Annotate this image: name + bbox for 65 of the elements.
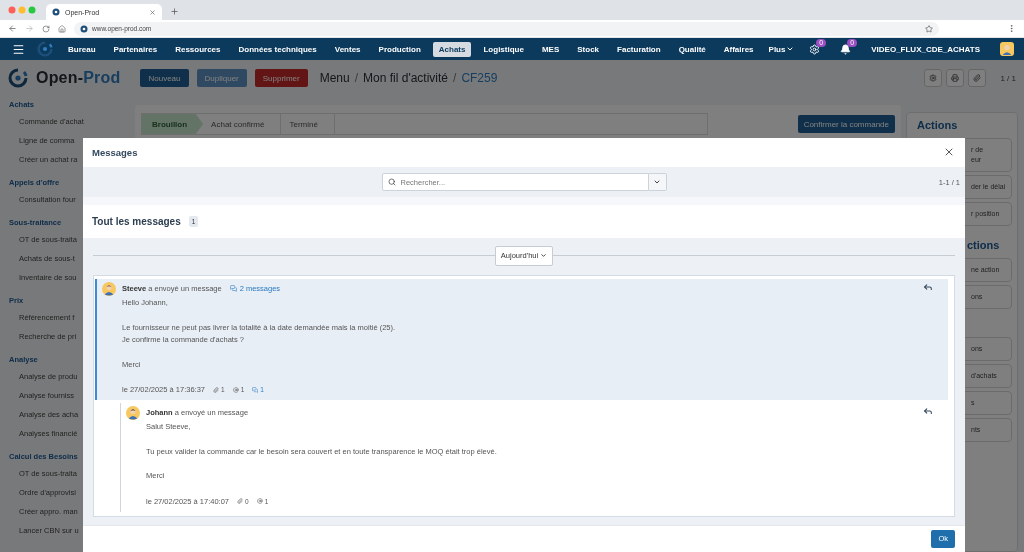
section-heading: Tout les messages [92,216,181,228]
breadcrumb-item[interactable]: Menu [319,71,350,85]
nav-item[interactable]: MES [535,41,566,57]
panel-title: Actions [916,119,959,131]
dialog-title: Messages [92,146,138,158]
breadcrumb-item: CF259 [461,71,498,85]
nav-item[interactable]: Données techniques [232,41,323,57]
home-icon[interactable] [58,24,66,33]
status-stage[interactable]: Achat confirmé [203,114,282,134]
nav-item[interactable]: Achats [432,41,472,57]
confirm-button[interactable]: Confirmer la commande [797,115,895,133]
logo-text: Open-Prod [36,69,121,87]
new-tab-icon[interactable] [170,7,179,16]
more-menu[interactable]: Plus [768,44,795,54]
comments-icon [229,284,237,292]
breadcrumb-separator: / [354,71,359,85]
nav-item[interactable]: Bureau [62,41,102,57]
favicon-icon [80,24,88,33]
nav-item[interactable]: Partenaires [107,41,164,57]
breadcrumb-separator: / [453,71,457,85]
paperclip-icon [213,386,219,393]
settings-icon [929,74,938,82]
settings-icon[interactable] [809,43,821,55]
nav-item[interactable]: Ventes [328,41,367,57]
at-sign-icon [256,498,263,505]
print-button[interactable] [946,69,965,87]
back-icon[interactable] [8,24,17,33]
nav-item[interactable]: Logistique [477,41,530,57]
settings-button[interactable] [924,69,943,87]
toolbar-button[interactable]: Nouveau [140,69,189,87]
at-sign-icon [232,386,239,393]
favicon-icon [52,8,60,16]
breadcrumb-item[interactable]: Mon fil d'activité [363,71,449,85]
pager-text: 1 / 1 [1000,73,1016,83]
paperclip-icon [237,498,243,505]
attachment-button[interactable] [968,69,987,87]
caret-icon [540,252,548,260]
more-icon[interactable] [1007,24,1016,33]
search-icon [387,178,396,186]
caret-icon [786,45,795,53]
status-stage[interactable]: Brouillon [142,114,204,134]
menu-icon[interactable] [12,42,25,56]
logo-icon [37,41,53,57]
nav-item[interactable]: Production [372,41,427,57]
nav-item[interactable]: Stock [571,41,606,57]
user-name[interactable]: VIDEO_FLUX_CDE_ACHATS [871,44,980,54]
toolbar-button[interactable]: Supprimer [254,69,308,87]
nav-item[interactable]: Ressources [169,41,227,57]
avatar-icon[interactable] [1000,42,1014,56]
avatar-icon [102,282,116,297]
logo-icon [8,68,28,88]
printer-icon [951,74,960,82]
status-stage[interactable]: Terminé [281,114,335,134]
star-icon[interactable] [925,24,933,33]
reload-icon[interactable] [42,24,50,33]
nav-item[interactable]: Affaires [717,41,760,57]
caret-icon [653,178,661,186]
avatar-icon [126,406,140,421]
comments-icon [252,386,259,393]
window-buttons-icon[interactable] [8,6,38,14]
bell-icon[interactable] [840,43,852,55]
nav-item[interactable]: Qualité [672,41,712,57]
nav-item[interactable]: Facturation [611,41,667,57]
panel-title: ctions [966,239,1001,251]
paperclip-icon [973,74,982,82]
